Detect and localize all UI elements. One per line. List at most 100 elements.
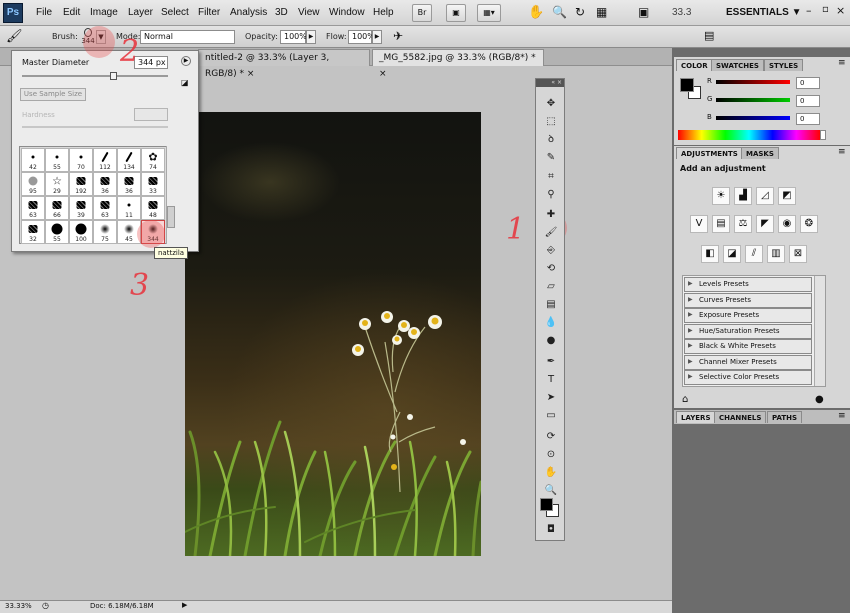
color-panel-menu-icon[interactable]: ≡: [838, 58, 846, 68]
grid-icon[interactable]: ▦: [596, 5, 607, 19]
brush-preset-cell[interactable]: 39: [69, 196, 93, 220]
preset-selective-color[interactable]: Selective Color Presets: [684, 370, 812, 385]
menu-select[interactable]: Select: [161, 7, 189, 18]
pen-icon[interactable]: ✒: [543, 355, 559, 369]
brush-preset-cell[interactable]: 55: [45, 148, 69, 172]
red-slider[interactable]: [716, 80, 790, 84]
blue-value-input[interactable]: 0: [796, 113, 820, 125]
gradient-icon[interactable]: ▤: [543, 298, 559, 312]
brush-preset-cell[interactable]: 100: [69, 220, 93, 244]
zoom-icon[interactable]: 🔍: [552, 5, 567, 19]
screen-mode-icon[interactable]: ▣: [638, 5, 649, 19]
clone-icon[interactable]: ⎆: [543, 244, 559, 258]
minibridge-button[interactable]: ▣: [446, 4, 466, 22]
brush-preset-cell[interactable]: 11: [117, 196, 141, 220]
mode-select[interactable]: Normal: [140, 30, 235, 44]
clip-to-layer-icon[interactable]: ⌂: [682, 394, 688, 405]
tab-styles[interactable]: STYLES: [764, 59, 804, 71]
brush-preset-cell[interactable]: 63: [93, 196, 117, 220]
preset-black-white[interactable]: Black & White Presets: [684, 339, 812, 354]
brush-preset-cell[interactable]: 134: [117, 148, 141, 172]
green-value-input[interactable]: 0: [796, 95, 820, 107]
spectrum-white-swatch[interactable]: [820, 130, 826, 140]
3d-rotate-icon[interactable]: ⟳: [543, 430, 559, 444]
3d-orbit-icon[interactable]: ⊙: [543, 448, 559, 462]
history-brush-icon[interactable]: ⟲: [543, 262, 559, 276]
preset-exposure[interactable]: Exposure Presets: [684, 308, 812, 323]
levels-icon[interactable]: ▟: [734, 187, 752, 205]
close-icon[interactable]: ×: [836, 4, 845, 17]
zoom-level[interactable]: 33.3: [672, 7, 691, 18]
menu-analysis[interactable]: Analysis: [230, 7, 267, 18]
brush-preset-cell[interactable]: 112: [93, 148, 117, 172]
use-sample-size-button[interactable]: Use Sample Size: [20, 88, 86, 101]
channel-mixer-icon[interactable]: ❂: [800, 215, 818, 233]
posterize-icon[interactable]: ◪: [723, 245, 741, 263]
menu-layer[interactable]: Layer: [128, 7, 153, 18]
red-value-input[interactable]: 0: [796, 77, 820, 89]
opacity-input[interactable]: 100%: [280, 30, 307, 44]
brush-preset-cell[interactable]: 66: [45, 196, 69, 220]
brush-preset-cell[interactable]: 33: [141, 172, 165, 196]
path-select-icon[interactable]: ➤: [543, 391, 559, 405]
brush-preset-cell[interactable]: ✿ 74: [141, 148, 165, 172]
marquee-icon[interactable]: ⬚: [543, 115, 559, 129]
tab-adjustments[interactable]: ADJUSTMENTS: [676, 147, 743, 159]
tab-masks[interactable]: MASKS: [741, 147, 779, 159]
lasso-icon[interactable]: ꝺ: [543, 133, 559, 147]
brush-preset-cell[interactable]: ☆ 29: [45, 172, 69, 196]
eyedropper-icon[interactable]: ⚲: [543, 188, 559, 202]
dodge-icon[interactable]: ●: [543, 334, 559, 348]
brush-preset-cell[interactable]: 32: [21, 220, 45, 244]
brush-preset-cell[interactable]: 95: [21, 172, 45, 196]
status-zoom[interactable]: 33.33%: [5, 602, 32, 610]
quick-mask-icon[interactable]: ◘: [543, 523, 559, 537]
color-swatches[interactable]: [540, 496, 560, 520]
color-spectrum-ramp[interactable]: [678, 130, 820, 140]
extras-button[interactable]: ▦▾: [477, 4, 501, 22]
tab-layers[interactable]: LAYERS: [676, 411, 716, 423]
menu-filter[interactable]: Filter: [198, 7, 220, 18]
preset-grid-scroll-thumb[interactable]: [167, 206, 175, 228]
green-slider[interactable]: [716, 98, 790, 102]
flow-input[interactable]: 100%: [348, 30, 375, 44]
eraser-icon[interactable]: ▱: [543, 280, 559, 294]
menu-edit[interactable]: Edit: [63, 7, 80, 18]
menu-view[interactable]: View: [298, 7, 320, 18]
popup-menu-icon[interactable]: ▶: [181, 56, 191, 66]
tab-color[interactable]: COLOR: [676, 59, 713, 71]
diameter-slider-track[interactable]: [22, 75, 168, 77]
preset-channel-mixer[interactable]: Channel Mixer Presets: [684, 355, 812, 370]
brush-preset-cell[interactable]: 42: [21, 148, 45, 172]
color-balance-icon[interactable]: ⚖: [734, 215, 752, 233]
preset-hue-saturation[interactable]: Hue/Saturation Presets: [684, 324, 812, 339]
minimize-icon[interactable]: –: [806, 4, 812, 17]
brightness-contrast-icon[interactable]: ☀: [712, 187, 730, 205]
brush-tool-icon[interactable]: 🖌: [543, 226, 559, 240]
hand-icon[interactable]: ✋: [528, 5, 544, 20]
status-menu-arrow[interactable]: ▶: [182, 601, 187, 609]
status-info-icon[interactable]: ◷: [42, 601, 49, 610]
brush-preset-cell[interactable]: 75: [93, 220, 117, 244]
preset-levels[interactable]: Levels Presets: [684, 277, 812, 292]
adjustments-footer-icon[interactable]: ●: [815, 394, 824, 405]
menu-window[interactable]: Window: [329, 7, 365, 18]
flow-slider-arrow[interactable]: ▶: [372, 30, 382, 44]
brush-preset-cell[interactable]: 63: [21, 196, 45, 220]
vibrance-icon[interactable]: V: [690, 215, 708, 233]
preset-curves[interactable]: Curves Presets: [684, 293, 812, 308]
diameter-slider-thumb[interactable]: [109, 72, 117, 80]
popup-new-preset-icon[interactable]: ◪: [181, 78, 189, 87]
tab-paths[interactable]: PATHS: [767, 411, 803, 423]
tools-panel-header[interactable]: « ×: [536, 79, 564, 87]
workspace-switcher[interactable]: ESSENTIALS ▼: [726, 7, 801, 18]
tab-untitled-2[interactable]: ntitled-2 @ 33.3% (Layer 3, RGB/8) * ×: [198, 49, 370, 79]
master-diameter-input[interactable]: 344 px: [134, 56, 168, 69]
selective-color-icon[interactable]: ⊠: [789, 245, 807, 263]
quick-select-icon[interactable]: ✎: [543, 151, 559, 165]
crop-icon[interactable]: ⌗: [543, 170, 559, 184]
menu-3d[interactable]: 3D: [275, 7, 288, 18]
type-icon[interactable]: T: [543, 373, 559, 387]
gradient-map-icon[interactable]: ▥: [767, 245, 785, 263]
shape-icon[interactable]: ▭: [543, 409, 559, 423]
